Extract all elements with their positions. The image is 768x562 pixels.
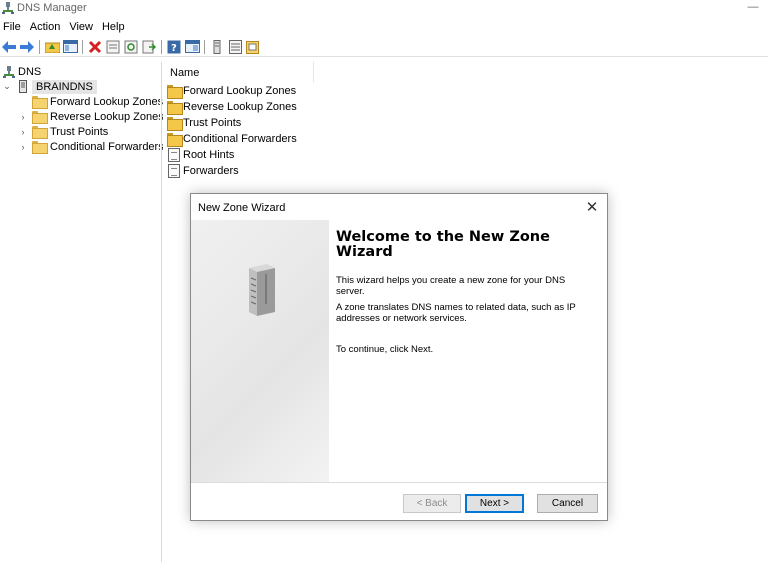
server-icon[interactable]: [208, 38, 226, 56]
list-item-label: Forwarders: [183, 165, 239, 177]
next-button[interactable]: Next >: [465, 494, 524, 513]
wizard-heading-line: Welcome to the New Zone: [336, 229, 550, 245]
tree-item-reverse-lookup-zones[interactable]: › Reverse Lookup Zones: [18, 109, 164, 124]
folder-icon: [32, 141, 48, 154]
list-item[interactable]: Forwarders: [167, 163, 239, 179]
chevron-right-icon[interactable]: ›: [18, 142, 28, 152]
folder-icon: [167, 85, 183, 99]
list-item[interactable]: Root Hints: [167, 147, 234, 163]
wizard-continue-text: To continue, click Next.: [336, 344, 586, 355]
menu-view[interactable]: View: [65, 19, 98, 35]
list-item-label: Conditional Forwarders: [183, 133, 297, 145]
server-icon: [19, 80, 27, 93]
minimize-button[interactable]: —: [746, 1, 760, 15]
list-item[interactable]: Forward Lookup Zones: [167, 83, 296, 99]
svg-text:?: ?: [171, 43, 177, 54]
refresh-icon[interactable]: [122, 38, 140, 56]
folder-icon: [167, 101, 183, 115]
tree-item-label: Forward Lookup Zones: [50, 95, 164, 108]
pane-splitter[interactable]: [160, 62, 162, 562]
tree-item-braindns[interactable]: ⌄ BRAINDNS: [2, 79, 97, 94]
toolbar: ?: [0, 37, 768, 57]
tree-item-label: DNS: [18, 65, 42, 78]
back-button[interactable]: < Back: [403, 494, 461, 513]
folder-icon: [32, 111, 48, 124]
delete-icon[interactable]: [86, 38, 104, 56]
list-item[interactable]: Reverse Lookup Zones: [167, 99, 297, 115]
zone-list-icon[interactable]: [226, 38, 244, 56]
menu-action[interactable]: Action: [26, 19, 66, 35]
new-zone-wizard-dialog: New Zone Wizard ✕ Welcome to the New Zon…: [190, 193, 608, 521]
list-item[interactable]: Conditional Forwarders: [167, 131, 297, 147]
toolbar-separator: [82, 39, 83, 54]
menu-bar: File Action View Help: [0, 19, 130, 35]
list-item-label: Forward Lookup Zones: [183, 85, 297, 97]
tree-item-conditional-forwarders[interactable]: › Conditional Forwarders: [18, 139, 164, 154]
wizard-side-panel: [191, 220, 329, 482]
menu-file[interactable]: File: [0, 19, 26, 35]
up-folder-icon[interactable]: [43, 38, 61, 56]
wizard-intro-text: This wizard helps you create a new zone …: [336, 275, 586, 297]
title-bar: DNS Manager —: [0, 0, 768, 18]
column-header-label: Name: [170, 67, 200, 79]
toolbar-separator: [161, 39, 162, 54]
dialog-title: New Zone Wizard: [198, 202, 286, 214]
export-list-icon[interactable]: [140, 38, 158, 56]
menu-help[interactable]: Help: [98, 19, 130, 35]
console-icon[interactable]: [183, 38, 201, 56]
wizard-button-bar: < Back Next > Cancel: [191, 482, 607, 520]
toolbar-separator: [204, 39, 205, 54]
tree-item-dns[interactable]: DNS: [3, 64, 41, 79]
dns-manager-icon: [2, 2, 14, 14]
chevron-right-icon[interactable]: ›: [18, 112, 28, 122]
column-header-name[interactable]: Name: [163, 62, 314, 82]
list-item-label: Reverse Lookup Zones: [183, 101, 297, 113]
chevron-right-icon[interactable]: ›: [18, 127, 28, 137]
console-tree: DNS ⌄ BRAINDNS Forward Lookup Zones › Re…: [0, 62, 164, 562]
text-line: To continue, click Next.: [336, 344, 434, 355]
back-arrow-icon[interactable]: [0, 38, 18, 56]
tree-item-trust-points[interactable]: › Trust Points: [18, 124, 108, 139]
tree-item-label: BRAINDNS: [32, 79, 97, 94]
help-icon[interactable]: ?: [165, 38, 183, 56]
cancel-button[interactable]: Cancel: [537, 494, 598, 513]
window-title: DNS Manager: [17, 2, 87, 14]
folder-icon: [167, 117, 183, 131]
tree-item-label: Reverse Lookup Zones: [50, 110, 164, 123]
root-hints-icon: [168, 148, 180, 162]
wizard-heading-line: Wizard: [336, 244, 393, 260]
tree-item-label: Conditional Forwarders: [50, 140, 164, 153]
show-hide-tree-icon[interactable]: [61, 38, 79, 56]
text-line: A zone translates DNS names to related d…: [336, 302, 576, 313]
toolbar-separator: [39, 39, 40, 54]
list-item[interactable]: Trust Points: [167, 115, 241, 131]
folder-icon: [32, 126, 48, 139]
wizard-heading: Welcome to the New Zone Wizard: [336, 230, 596, 260]
tree-item-label: Trust Points: [50, 125, 109, 138]
list-item-label: Root Hints: [183, 149, 235, 161]
forwarders-icon: [168, 164, 180, 178]
dns-icon: [3, 65, 15, 78]
tree-item-forward-lookup-zones[interactable]: Forward Lookup Zones: [32, 94, 163, 109]
wizard-zone-text: A zone translates DNS names to related d…: [336, 302, 586, 324]
new-record-icon[interactable]: [244, 38, 262, 56]
wizard-content: Welcome to the New Zone Wizard This wiza…: [336, 230, 596, 356]
text-line: addresses or network services.: [336, 313, 467, 324]
text-line: This wizard helps you create a new zone …: [336, 275, 566, 286]
text-line: server.: [336, 286, 365, 297]
list-item-label: Trust Points: [183, 117, 242, 129]
server-tower-icon: [249, 264, 275, 316]
properties-icon[interactable]: [104, 38, 122, 56]
folder-icon: [167, 133, 183, 147]
forward-arrow-icon[interactable]: [18, 38, 36, 56]
close-icon[interactable]: ✕: [585, 198, 599, 216]
folder-icon: [32, 96, 48, 109]
chevron-down-icon[interactable]: ⌄: [2, 81, 12, 92]
